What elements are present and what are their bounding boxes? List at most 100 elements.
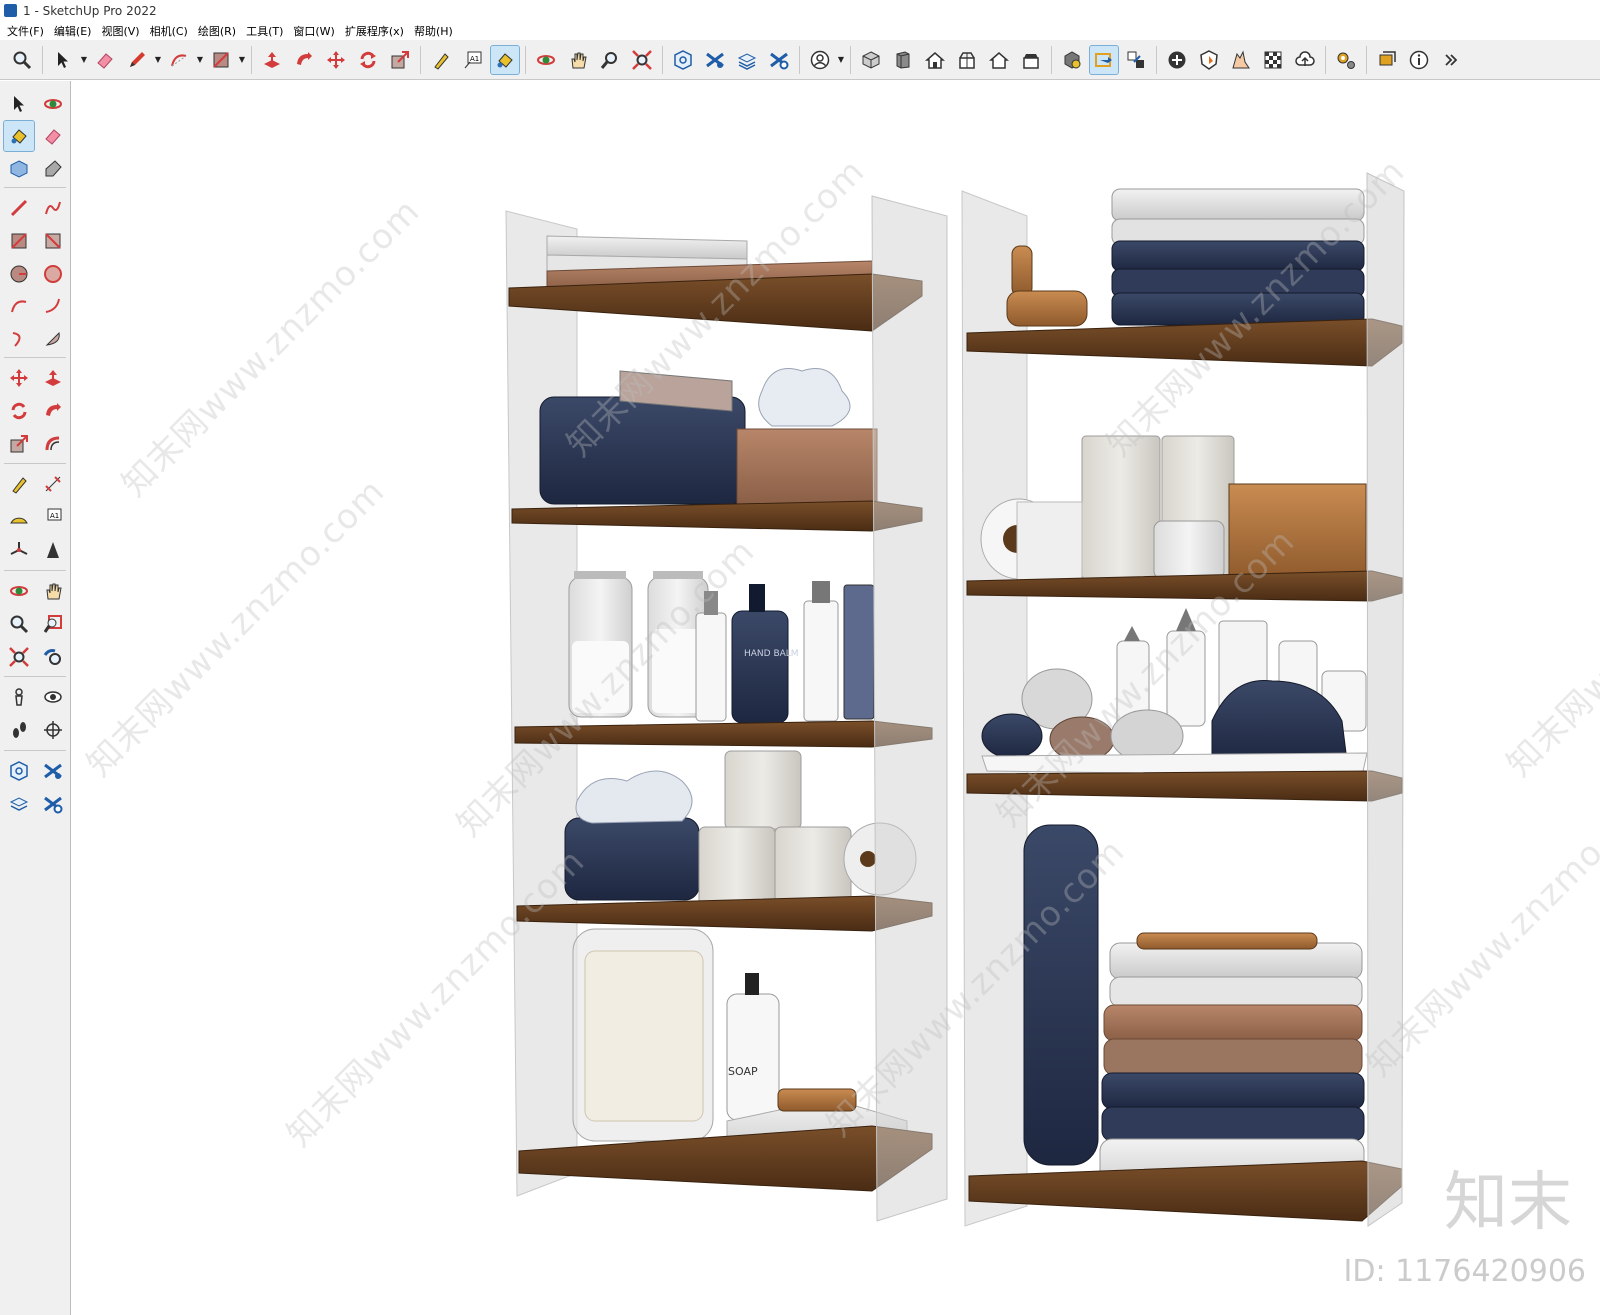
intersect-icon[interactable] xyxy=(1122,46,1150,74)
paint-bucket-icon[interactable] xyxy=(490,44,520,75)
three-point-arc-icon[interactable] xyxy=(4,324,34,354)
add-location-icon[interactable] xyxy=(1163,46,1191,74)
extension-manager-icon[interactable] xyxy=(765,46,793,74)
layout-icon[interactable] xyxy=(4,789,34,819)
menu-edit[interactable]: 编辑(E) xyxy=(51,23,99,39)
front-view-icon[interactable] xyxy=(921,46,949,74)
menu-help[interactable]: 帮助(H) xyxy=(411,23,460,39)
zoom-window-icon[interactable] xyxy=(38,609,68,639)
dimension-icon[interactable] xyxy=(38,469,68,499)
tape-measure-icon[interactable] xyxy=(427,46,455,74)
tag-icon[interactable] xyxy=(38,154,68,184)
menu-camera[interactable]: 相机(C) xyxy=(147,23,195,39)
purple-tube xyxy=(843,584,875,720)
axes-icon[interactable] xyxy=(4,535,34,565)
pencil-dropdown-icon[interactable]: ▼ xyxy=(153,46,163,74)
extension-warehouse-icon[interactable] xyxy=(701,46,729,74)
text-icon[interactable]: A1 xyxy=(459,46,487,74)
freehand-icon[interactable] xyxy=(38,193,68,223)
3d-text-icon[interactable] xyxy=(38,535,68,565)
outer-shell-icon[interactable] xyxy=(1089,44,1119,75)
menu-tools[interactable]: 工具(T) xyxy=(243,23,290,39)
text-icon[interactable]: A1 xyxy=(38,502,68,532)
info-icon[interactable] xyxy=(1405,46,1433,74)
polygon-icon[interactable] xyxy=(38,259,68,289)
zoom-icon[interactable] xyxy=(4,609,34,639)
zoom-extents-icon[interactable] xyxy=(4,642,34,672)
follow-me-icon[interactable] xyxy=(290,46,318,74)
shadows-icon[interactable] xyxy=(1195,46,1223,74)
eraser-icon[interactable] xyxy=(38,121,68,151)
extensions-icon[interactable] xyxy=(1332,46,1360,74)
section-icon[interactable] xyxy=(1373,46,1401,74)
offset-icon[interactable] xyxy=(38,429,68,459)
move-icon[interactable] xyxy=(4,363,34,393)
circle-icon[interactable] xyxy=(4,259,34,289)
menu-file[interactable]: 文件(F) xyxy=(4,23,51,39)
cloud-icon[interactable] xyxy=(1291,46,1319,74)
push-pull-icon[interactable] xyxy=(38,363,68,393)
paint-bucket-icon[interactable] xyxy=(3,120,35,152)
zoom-extents-icon[interactable] xyxy=(628,46,656,74)
pencil-icon[interactable] xyxy=(123,46,151,74)
pan-icon[interactable] xyxy=(38,576,68,606)
top-view-icon[interactable] xyxy=(889,46,917,74)
arc-icon[interactable] xyxy=(4,291,34,321)
rotate-icon[interactable] xyxy=(354,46,382,74)
user-icon[interactable] xyxy=(806,46,834,74)
solid-tools-icon[interactable] xyxy=(1058,46,1086,74)
zoom-window-icon[interactable] xyxy=(596,46,624,74)
follow-me-icon[interactable] xyxy=(38,396,68,426)
position-camera-icon[interactable] xyxy=(4,682,34,712)
layout-icon[interactable] xyxy=(733,46,761,74)
select-icon[interactable] xyxy=(4,89,34,119)
extension-manager-icon[interactable] xyxy=(38,789,68,819)
section-plane-icon[interactable] xyxy=(38,715,68,745)
menu-extensions[interactable]: 扩展程序(x) xyxy=(342,23,411,39)
arc-icon[interactable] xyxy=(165,46,193,74)
more-icon[interactable] xyxy=(1437,46,1465,74)
orbit-icon[interactable] xyxy=(4,576,34,606)
move-icon[interactable] xyxy=(322,46,350,74)
rectangle-dropdown-icon[interactable]: ▼ xyxy=(237,46,247,74)
3d-warehouse-icon[interactable] xyxy=(4,756,34,786)
push-pull-icon[interactable] xyxy=(258,46,286,74)
menu-view[interactable]: 视图(V) xyxy=(98,23,146,39)
iso-view-icon[interactable] xyxy=(857,46,885,74)
user-dropdown-icon[interactable]: ▼ xyxy=(836,46,846,74)
walk-icon[interactable] xyxy=(4,715,34,745)
terrain-icon[interactable] xyxy=(1259,46,1287,74)
menu-draw[interactable]: 绘图(R) xyxy=(195,23,243,39)
pan-icon[interactable] xyxy=(564,46,592,74)
line-icon[interactable] xyxy=(4,193,34,223)
extension-warehouse-icon[interactable] xyxy=(38,756,68,786)
tape-measure-icon[interactable] xyxy=(4,469,34,499)
rotate-icon[interactable] xyxy=(4,396,34,426)
scale-icon[interactable] xyxy=(4,429,34,459)
rectangle-icon[interactable] xyxy=(4,226,34,256)
select-dropdown-icon[interactable]: ▼ xyxy=(79,46,89,74)
orbit-icon[interactable] xyxy=(38,89,68,119)
look-around-icon[interactable] xyxy=(38,682,68,712)
menu-window[interactable]: 窗口(W) xyxy=(290,23,341,39)
scale-icon[interactable] xyxy=(386,46,414,74)
protractor-icon[interactable] xyxy=(4,502,34,532)
eraser-icon[interactable] xyxy=(91,46,119,74)
left-view-icon[interactable] xyxy=(1017,46,1045,74)
rotated-rectangle-icon[interactable] xyxy=(38,226,68,256)
model-viewport[interactable]: HAND BALM SOAP 知末网www.znzmo.com 知末网www.z… xyxy=(72,81,1600,1315)
sandbox-icon[interactable] xyxy=(1227,46,1255,74)
previous-view-icon[interactable] xyxy=(38,642,68,672)
back-view-icon[interactable] xyxy=(985,46,1013,74)
orbit-icon[interactable] xyxy=(532,46,560,74)
rectangle-icon[interactable] xyxy=(207,46,235,74)
component-icon[interactable] xyxy=(4,154,34,184)
two-point-arc-icon[interactable] xyxy=(38,291,68,321)
3d-warehouse-icon[interactable] xyxy=(669,46,697,74)
pie-icon[interactable] xyxy=(38,324,68,354)
zoom-icon[interactable] xyxy=(8,46,36,74)
arc-dropdown-icon[interactable]: ▼ xyxy=(195,46,205,74)
select-icon[interactable] xyxy=(49,46,77,74)
bath-brush-long xyxy=(1136,932,1318,950)
right-view-icon[interactable] xyxy=(953,46,981,74)
